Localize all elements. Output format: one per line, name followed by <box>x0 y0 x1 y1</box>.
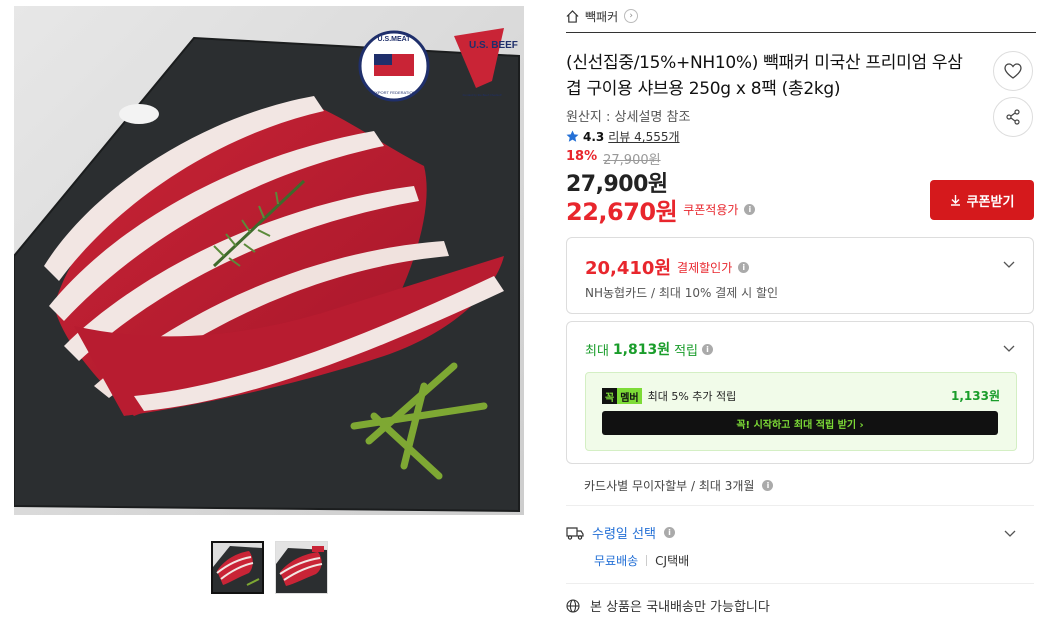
payment-discount-price: 20,410원 <box>585 258 672 279</box>
share-icon <box>1006 109 1020 125</box>
usbeef-text: U.S. BEEF <box>469 40 518 51</box>
thumbnail-1[interactable] <box>211 541 264 594</box>
product-info-panel: 빽패커 › (신선집중/15%+NH10%) 빽패커 미국산 프리미엄 우삼겹 … <box>566 0 1036 615</box>
payment-discount-label: 결제할인가 <box>677 260 733 275</box>
review-count-link[interactable]: 리뷰 4,555개 <box>608 128 679 145</box>
free-shipping-label: 무료배송 <box>594 554 639 568</box>
thumbnail-2[interactable] <box>275 541 328 594</box>
coupon-button-label: 쿠폰받기 <box>966 194 1015 210</box>
membership-cta-button[interactable]: 꼭! 시작하고 최대 적립 받기 › <box>602 411 998 435</box>
main-product-image: U.S.MEAT EXPORT FEDERATION U.S. BEEF Fun… <box>14 6 524 515</box>
origin-text: 원산지 : 상세설명 참조 <box>566 110 691 125</box>
rating-score: 4.3 <box>583 129 605 144</box>
divider <box>566 583 1034 584</box>
info-icon[interactable]: i <box>762 480 774 491</box>
info-icon[interactable]: i <box>738 261 750 273</box>
chevron-down-icon[interactable] <box>1004 527 1016 539</box>
download-icon <box>950 195 960 206</box>
chevron-down-icon[interactable] <box>1003 258 1015 270</box>
thumbnail-list <box>211 541 328 594</box>
domestic-text: 본 상품은 국내배송만 가능합니다 <box>590 600 770 615</box>
usmef-text: U.S.MEAT <box>378 36 412 43</box>
chevron-right-icon[interactable]: › <box>624 9 639 23</box>
home-icon[interactable] <box>566 9 579 23</box>
usmef-logo: U.S.MEAT EXPORT FEDERATION <box>358 30 430 102</box>
installment-info: 카드사별 무이자할부 / 최대 3개월 i <box>584 477 774 494</box>
coupon-download-button[interactable]: 쿠폰받기 <box>930 180 1034 220</box>
installment-text: 카드사별 무이자할부 / 최대 3개월 <box>584 479 755 493</box>
separator <box>646 555 648 566</box>
membership-promo: 꼭 멤버 최대 5% 추가 적립 1,133원 꼭! 시작하고 최대 적립 받기… <box>585 372 1017 451</box>
coupon-price-row: 22,670원 쿠폰적용가 i <box>566 192 756 227</box>
payment-discount-detail: NH농협카드 / 최대 10% 결제 시 할인 <box>585 286 779 300</box>
membership-text: 최대 5% 추가 적립 <box>647 389 737 403</box>
breadcrumb: 빽패커 › <box>566 0 1036 33</box>
points-prefix: 최대 <box>585 343 609 359</box>
usbeef-sub: Funded by the Beef Checkoff <box>463 93 502 97</box>
info-icon[interactable]: i <box>702 343 714 355</box>
coupon-price-label: 쿠폰적용가 <box>683 203 739 217</box>
truck-icon <box>566 526 584 540</box>
delivery-date-select[interactable]: 수령일 선택 <box>592 523 656 542</box>
points-suffix: 적립 <box>674 343 699 359</box>
product-title: (신선집중/15%+NH10%) 빽패커 미국산 프리미엄 우삼겹 구이용 샤브… <box>566 53 963 99</box>
coupon-price: 22,670원 <box>566 198 678 226</box>
rating: 4.3 리뷰 4,555개 <box>566 128 680 145</box>
points-box: 최대 1,813원 적립 i 꼭 멤버 최대 5% 추가 적립 1,133원 꼭… <box>566 321 1034 464</box>
payment-discount-box[interactable]: 20,410원 결제할인가 i NH농협카드 / 최대 10% 결제 시 할인 <box>566 237 1034 314</box>
chevron-down-icon[interactable] <box>1003 342 1015 354</box>
info-icon[interactable]: i <box>663 527 675 538</box>
carrier-label: CJ택배 <box>655 554 690 568</box>
membership-points: 1,133원 <box>951 389 1000 403</box>
divider <box>566 505 1034 506</box>
breadcrumb-store-link[interactable]: 빽패커 <box>585 8 618 25</box>
delivery-section: 수령일 선택 i 무료배송 CJ택배 <box>566 523 1034 569</box>
points-amount: 1,813원 <box>612 342 671 358</box>
membership-badge: 꼭 멤버 <box>602 387 642 404</box>
globe-icon <box>566 598 580 613</box>
usmef-sub: EXPORT FEDERATION <box>373 90 416 95</box>
badge-part-a: 꼭 <box>602 387 618 404</box>
share-button[interactable] <box>993 97 1033 137</box>
info-icon[interactable]: i <box>744 204 756 215</box>
domestic-shipping-notice: 본 상품은 국내배송만 가능합니다 <box>566 596 770 615</box>
star-icon <box>566 130 579 142</box>
heart-icon <box>1004 63 1022 79</box>
badge-part-b: 멤버 <box>617 387 642 404</box>
wishlist-button[interactable] <box>993 51 1033 91</box>
